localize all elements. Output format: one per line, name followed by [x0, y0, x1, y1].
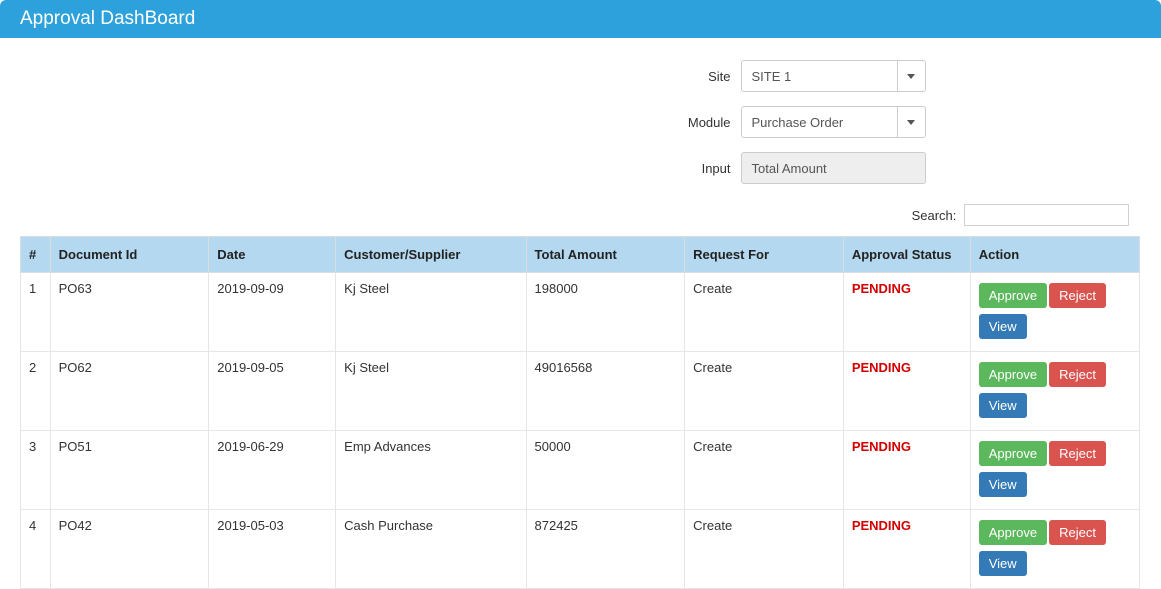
- cell-action: ApproveReject View: [970, 273, 1139, 352]
- table-row: 4PO422019-05-03Cash Purchase872425Create…: [21, 510, 1140, 589]
- cell-status: PENDING: [843, 510, 970, 589]
- search-label: Search:: [912, 208, 957, 223]
- status-badge: PENDING: [852, 360, 911, 375]
- cell-status: PENDING: [843, 352, 970, 431]
- table-row: 3PO512019-06-29Emp Advances50000Create PE…: [21, 431, 1140, 510]
- reject-button[interactable]: Reject: [1049, 283, 1106, 308]
- site-select[interactable]: SITE 1: [741, 60, 926, 92]
- cell-docid: PO51: [50, 431, 209, 510]
- status-badge: PENDING: [852, 518, 911, 533]
- cell-cust: Emp Advances: [336, 431, 526, 510]
- col-header-status[interactable]: Approval Status: [843, 237, 970, 273]
- cell-action: ApproveReject View: [970, 431, 1139, 510]
- view-button[interactable]: View: [979, 314, 1027, 339]
- module-select-value: Purchase Order: [742, 115, 897, 130]
- col-header-request[interactable]: Request For: [685, 237, 844, 273]
- approval-table: # Document Id Date Customer/Supplier Tot…: [20, 236, 1140, 589]
- cell-docid: PO42: [50, 510, 209, 589]
- chevron-down-icon: [907, 120, 915, 125]
- cell-num: 3: [21, 431, 51, 510]
- site-select-toggle[interactable]: [897, 61, 925, 91]
- cell-action: ApproveReject View: [970, 352, 1139, 431]
- col-header-docid[interactable]: Document Id: [50, 237, 209, 273]
- cell-req: Create: [685, 431, 844, 510]
- table-row: 1PO632019-09-09Kj Steel198000Create PENDI…: [21, 273, 1140, 352]
- filter-area: Site SITE 1 Module Purchase Order Input …: [231, 60, 931, 184]
- cell-num: 2: [21, 352, 51, 431]
- col-header-customer[interactable]: Customer/Supplier: [336, 237, 526, 273]
- view-button[interactable]: View: [979, 551, 1027, 576]
- cell-action: ApproveReject View: [970, 510, 1139, 589]
- cell-num: 4: [21, 510, 51, 589]
- cell-cust: Cash Purchase: [336, 510, 526, 589]
- cell-req: Create: [685, 273, 844, 352]
- approve-button[interactable]: Approve: [979, 283, 1047, 308]
- cell-date: 2019-09-09: [209, 273, 336, 352]
- table-row: 2PO622019-09-05Kj Steel49016568Create PEN…: [21, 352, 1140, 431]
- cell-date: 2019-09-05: [209, 352, 336, 431]
- cell-amt: 49016568: [526, 352, 685, 431]
- col-header-action[interactable]: Action: [970, 237, 1139, 273]
- chevron-down-icon: [907, 74, 915, 79]
- reject-button[interactable]: Reject: [1049, 520, 1106, 545]
- input-readonly: Total Amount: [741, 152, 926, 184]
- site-select-value: SITE 1: [742, 69, 897, 84]
- site-label: Site: [231, 69, 741, 84]
- status-badge: PENDING: [852, 439, 911, 454]
- approve-button[interactable]: Approve: [979, 362, 1047, 387]
- col-header-amount[interactable]: Total Amount: [526, 237, 685, 273]
- approve-button[interactable]: Approve: [979, 441, 1047, 466]
- search-bar: Search:: [0, 198, 1161, 236]
- cell-req: Create: [685, 510, 844, 589]
- cell-cust: Kj Steel: [336, 273, 526, 352]
- cell-amt: 198000: [526, 273, 685, 352]
- cell-req: Create: [685, 352, 844, 431]
- module-label: Module: [231, 115, 741, 130]
- cell-amt: 50000: [526, 431, 685, 510]
- cell-amt: 872425: [526, 510, 685, 589]
- module-select-toggle[interactable]: [897, 107, 925, 137]
- reject-button[interactable]: Reject: [1049, 362, 1106, 387]
- view-button[interactable]: View: [979, 393, 1027, 418]
- panel-title: Approval DashBoard: [0, 0, 1161, 38]
- col-header-num[interactable]: #: [21, 237, 51, 273]
- view-button[interactable]: View: [979, 472, 1027, 497]
- search-input[interactable]: [964, 204, 1129, 226]
- cell-cust: Kj Steel: [336, 352, 526, 431]
- cell-status: PENDING: [843, 273, 970, 352]
- cell-num: 1: [21, 273, 51, 352]
- reject-button[interactable]: Reject: [1049, 441, 1106, 466]
- status-badge: PENDING: [852, 281, 911, 296]
- cell-docid: PO62: [50, 352, 209, 431]
- input-label: Input: [231, 161, 741, 176]
- cell-status: PENDING: [843, 431, 970, 510]
- col-header-date[interactable]: Date: [209, 237, 336, 273]
- cell-date: 2019-06-29: [209, 431, 336, 510]
- approval-dashboard-panel: Approval DashBoard Site SITE 1 Module Pu…: [0, 0, 1161, 589]
- cell-docid: PO63: [50, 273, 209, 352]
- approve-button[interactable]: Approve: [979, 520, 1047, 545]
- module-select[interactable]: Purchase Order: [741, 106, 926, 138]
- cell-date: 2019-05-03: [209, 510, 336, 589]
